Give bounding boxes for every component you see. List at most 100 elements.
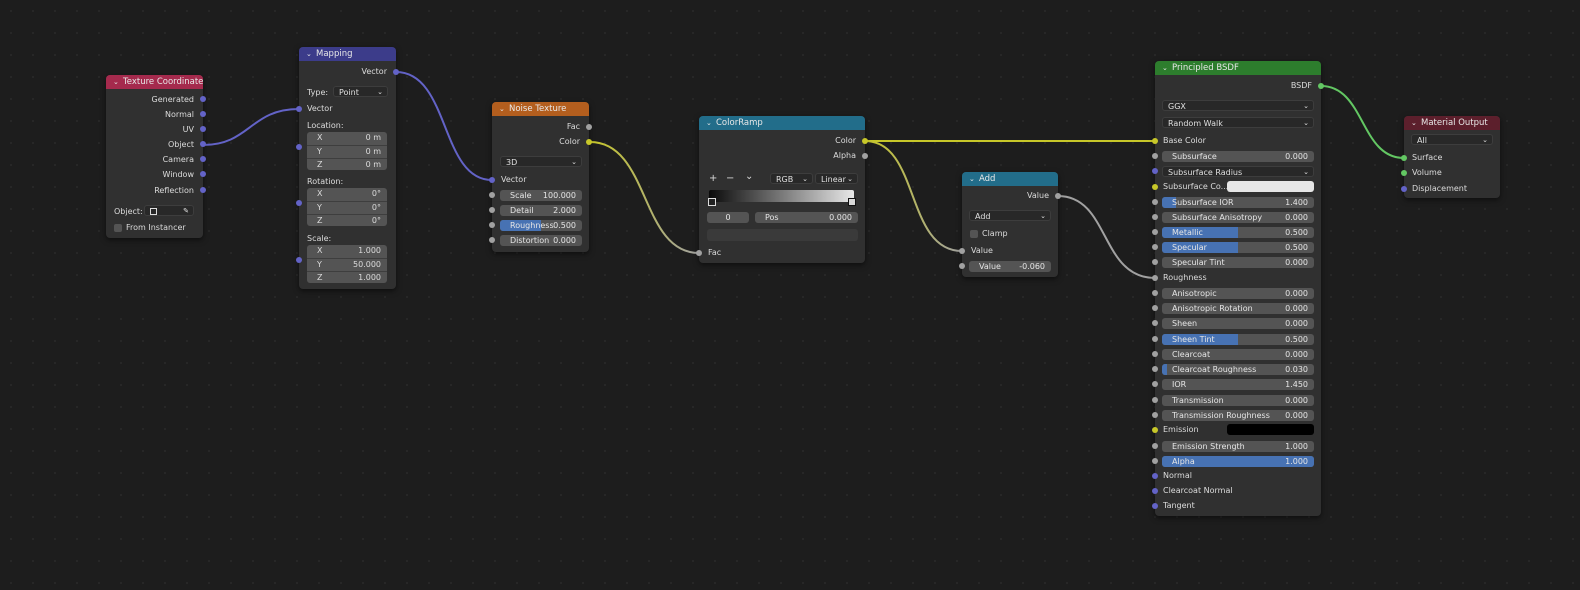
input-socket-value-2[interactable] xyxy=(959,263,965,269)
subsurface-method-dropdown[interactable]: Random Walk ⌄ xyxy=(1162,117,1314,128)
input-socket-anisotropic[interactable] xyxy=(1152,290,1158,296)
input-socket-vector[interactable] xyxy=(489,177,495,183)
output-socket-reflection[interactable] xyxy=(200,187,206,193)
location-x[interactable]: X0 m xyxy=(307,132,387,144)
detail-field[interactable]: Detail 2.000 xyxy=(500,205,582,216)
rotation-x[interactable]: X 0° xyxy=(307,188,387,200)
anisotropic-field[interactable]: Anisotropic 0.000 xyxy=(1162,288,1314,299)
input-socket-rotation[interactable] xyxy=(296,200,302,206)
collapse-chevron-icon[interactable]: ⌄ xyxy=(499,102,509,116)
add-stop-button[interactable]: + xyxy=(709,173,717,184)
target-dropdown[interactable]: All ⌄ xyxy=(1411,134,1493,145)
input-socket-scale[interactable] xyxy=(296,257,302,263)
node-header[interactable]: ⌄ Noise Texture xyxy=(492,102,589,116)
input-socket-fac[interactable] xyxy=(696,250,702,256)
clearcoat-field[interactable]: Clearcoat 0.000 xyxy=(1162,349,1314,360)
subsurface-color-swatch[interactable] xyxy=(1227,181,1314,192)
output-socket-generated[interactable] xyxy=(200,96,206,102)
node-header[interactable]: ⌄ Principled BSDF xyxy=(1155,61,1321,75)
input-socket-subsurface-radius[interactable] xyxy=(1152,168,1158,174)
input-socket-emission-strength[interactable] xyxy=(1152,443,1158,449)
scale-field[interactable]: Scale 100.000 xyxy=(500,190,582,201)
input-socket-specular-tint[interactable] xyxy=(1152,259,1158,265)
transmission-field[interactable]: Transmission 0.000 xyxy=(1162,395,1314,406)
input-socket-emission[interactable] xyxy=(1152,427,1158,433)
collapse-chevron-icon[interactable]: ⌄ xyxy=(1411,116,1421,130)
output-socket-bsdf[interactable] xyxy=(1318,83,1324,89)
output-socket-color[interactable] xyxy=(862,138,868,144)
output-socket-fac[interactable] xyxy=(586,124,592,130)
metallic-field[interactable]: Metallic 0.500 xyxy=(1162,227,1314,238)
input-socket-normal[interactable] xyxy=(1152,473,1158,479)
input-socket-tangent[interactable] xyxy=(1152,503,1158,509)
subsurface-field[interactable]: Subsurface 0.000 xyxy=(1162,151,1314,162)
location-fields[interactable]: X0 m Y0 m Z0 m xyxy=(307,132,387,170)
input-socket-roughness[interactable] xyxy=(489,222,495,228)
input-socket-subsurface-ior[interactable] xyxy=(1152,199,1158,205)
input-socket-ior[interactable] xyxy=(1152,381,1158,387)
colorramp-node[interactable]: ⌄ ColorRamp Color Alpha + − ⌄ RGB ⌄ Linear… xyxy=(696,116,868,263)
input-socket-clearcoat-normal[interactable] xyxy=(1152,488,1158,494)
collapse-chevron-icon[interactable]: ⌄ xyxy=(1162,61,1172,75)
roughness-field[interactable]: Roughness 0.500 xyxy=(500,220,582,231)
math-add-node[interactable]: ⌄ Add Value Add ⌄ Clamp Value Value -0.060 xyxy=(959,172,1061,277)
output-socket-uv[interactable] xyxy=(200,126,206,132)
collapse-chevron-icon[interactable]: ⌄ xyxy=(113,75,123,89)
texture-coordinate-node[interactable]: ⌄ Texture Coordinate Generated Normal UV … xyxy=(106,75,206,238)
stop-index-field[interactable]: 0 xyxy=(707,212,749,223)
node-header[interactable]: ⌄ Texture Coordinate xyxy=(106,75,203,89)
input-socket-transmission-roughness[interactable] xyxy=(1152,412,1158,418)
noise-texture-node[interactable]: ⌄ Noise Texture Fac Color 3D ⌄ Vector Scal… xyxy=(489,102,592,252)
input-socket-roughness[interactable] xyxy=(1152,275,1158,281)
output-socket-vector[interactable] xyxy=(393,69,399,75)
output-socket-window[interactable] xyxy=(200,171,206,177)
node-header[interactable]: ⌄ Mapping xyxy=(299,47,396,61)
input-socket-distortion[interactable] xyxy=(489,237,495,243)
output-socket-color[interactable] xyxy=(586,139,592,145)
value-field[interactable]: Value -0.060 xyxy=(969,261,1051,272)
anisotropic-rotation-field[interactable]: Anisotropic Rotation 0.000 xyxy=(1162,303,1314,314)
subsurface-anisotropy-field[interactable]: Subsurface Anisotropy 0.000 xyxy=(1162,212,1314,223)
output-socket-alpha[interactable] xyxy=(862,153,868,159)
collapse-chevron-icon[interactable]: ⌄ xyxy=(969,172,979,186)
from-instancer-checkbox[interactable] xyxy=(114,224,122,232)
input-socket-value-1[interactable] xyxy=(959,248,965,254)
output-socket-object[interactable] xyxy=(200,141,206,147)
output-socket-camera[interactable] xyxy=(200,156,206,162)
material-output-node[interactable]: ⌄ Material Output All ⌄ Surface Volume Dis… xyxy=(1401,116,1500,198)
object-field[interactable]: ✎ xyxy=(144,205,194,216)
specular-field[interactable]: Specular 0.500 xyxy=(1162,242,1314,253)
alpha-field[interactable]: Alpha 1.000 xyxy=(1162,456,1314,467)
input-socket-vector[interactable] xyxy=(296,106,302,112)
input-socket-subsurface[interactable] xyxy=(1152,153,1158,159)
color-ramp-gradient[interactable] xyxy=(709,190,854,202)
input-socket-scale[interactable] xyxy=(489,192,495,198)
ramp-menu-button[interactable]: ⌄ xyxy=(745,171,753,182)
output-socket-normal[interactable] xyxy=(200,111,206,117)
specular-tint-field[interactable]: Specular Tint 0.000 xyxy=(1162,257,1314,268)
eyedropper-icon[interactable]: ✎ xyxy=(183,206,189,215)
rotation-y[interactable]: Y 0° xyxy=(307,201,387,214)
input-socket-clearcoat[interactable] xyxy=(1152,351,1158,357)
principled-bsdf-node[interactable]: ⌄ Principled BSDF BSDF GGX ⌄ Random Walk ⌄ … xyxy=(1152,61,1324,516)
collapse-chevron-icon[interactable]: ⌄ xyxy=(706,116,716,130)
dimensions-dropdown[interactable]: 3D ⌄ xyxy=(500,156,582,167)
clearcoat-roughness-field[interactable]: Clearcoat Roughness 0.030 xyxy=(1162,364,1314,375)
node-header[interactable]: ⌄ Material Output xyxy=(1404,116,1500,130)
input-socket-sheen[interactable] xyxy=(1152,320,1158,326)
input-socket-sheen-tint[interactable] xyxy=(1152,336,1158,342)
mapping-node[interactable]: ⌄ Mapping Vector Type: Point ⌄ Vector Loca… xyxy=(296,47,399,289)
type-dropdown[interactable]: Point ⌄ xyxy=(333,86,388,97)
sheen-field[interactable]: Sheen 0.000 xyxy=(1162,318,1314,329)
interpolation-dropdown[interactable]: Linear ⌄ xyxy=(815,173,858,184)
output-socket-value[interactable] xyxy=(1055,193,1061,199)
distortion-field[interactable]: Distortion 0.000 xyxy=(500,235,582,246)
ior-field[interactable]: IOR 1.450 xyxy=(1162,379,1314,390)
scale-fields[interactable]: X 1.000 Y 50.000 Z 1.000 xyxy=(307,245,387,283)
input-socket-displacement[interactable] xyxy=(1401,186,1407,192)
input-socket-anisotropic-rotation[interactable] xyxy=(1152,305,1158,311)
ramp-stop-white[interactable] xyxy=(848,198,856,206)
scale-y[interactable]: Y 50.000 xyxy=(307,258,387,271)
rotation-fields[interactable]: X 0° Y 0° Z 0° xyxy=(307,188,387,226)
node-header[interactable]: ⌄ Add xyxy=(962,172,1058,186)
